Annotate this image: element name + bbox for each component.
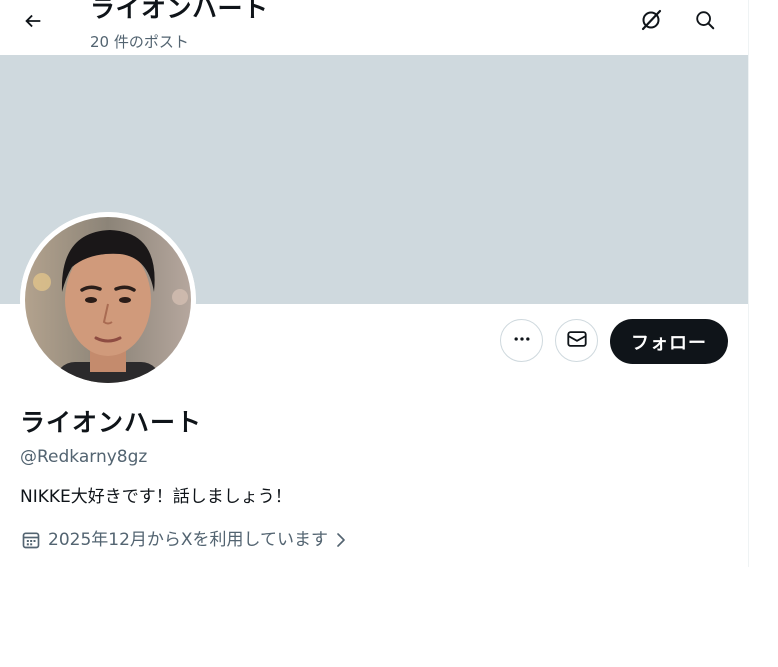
more-button[interactable] <box>500 319 543 362</box>
back-button[interactable] <box>16 6 50 40</box>
joined-date[interactable]: 2025年12月からXを利用しています <box>20 528 350 552</box>
envelope-icon <box>566 328 588 354</box>
calendar-icon <box>20 529 42 551</box>
avatar[interactable] <box>20 212 196 388</box>
grok-icon <box>639 8 663 36</box>
header-title: ライオンハート <box>90 0 269 23</box>
grok-button[interactable] <box>634 5 668 39</box>
post-count: 20 件のポスト <box>90 33 189 51</box>
joined-label: 2025年12月からXを利用しています <box>48 530 329 550</box>
follow-button[interactable]: フォロー <box>610 319 728 364</box>
more-horizontal-icon <box>512 329 532 353</box>
chevron-right-icon <box>332 530 350 550</box>
message-button[interactable] <box>555 319 598 362</box>
user-handle: @Redkarny8gz <box>20 447 148 467</box>
search-icon <box>694 9 716 35</box>
arrow-left-icon <box>22 10 44 36</box>
profile-header: ライオンハート 20 件のポスト <box>0 0 748 55</box>
search-button[interactable] <box>688 5 722 39</box>
display-name: ライオンハート <box>20 408 203 437</box>
profile-bio: NIKKE大好きです！話しましょう！ <box>20 487 292 507</box>
profile-column: ライオンハート 20 件のポスト フォロー ライオンハート @Redkarny8… <box>0 0 749 567</box>
